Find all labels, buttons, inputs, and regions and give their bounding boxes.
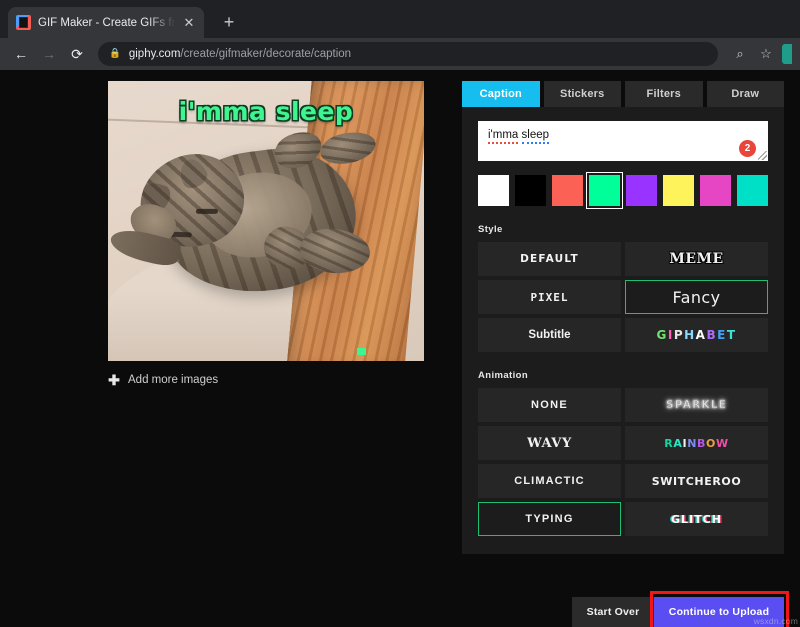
page-content: i'mma sleep ✚ Add more images Caption St…: [0, 70, 800, 627]
footer-bar: Start Over Continue to Upload wsxdn.com: [0, 597, 800, 627]
new-tab-button[interactable]: +: [218, 13, 240, 31]
color-swatch-pink[interactable]: [700, 175, 731, 206]
browser-tab[interactable]: GIF Maker - Create GIFs from Vid ✕: [8, 7, 204, 38]
animation-section-label: Animation: [478, 370, 768, 381]
style-option-giphabet[interactable]: GIPHABET: [625, 318, 768, 352]
color-swatch-black[interactable]: [515, 175, 546, 206]
tab-caption[interactable]: Caption: [462, 81, 540, 107]
zoom-search-icon[interactable]: ⌕: [728, 42, 752, 66]
tab-strip: GIF Maker - Create GIFs from Vid ✕ +: [0, 0, 800, 38]
caption-input-wrapper: i'mma sleep 2: [478, 121, 768, 161]
animation-option-glitch[interactable]: GLITCH: [625, 502, 768, 536]
gif-preview-canvas[interactable]: i'mma sleep: [108, 81, 424, 361]
reload-icon[interactable]: ⟳: [64, 41, 90, 67]
add-more-images-label: Add more images: [128, 374, 218, 386]
browser-window: GIF Maker - Create GIFs from Vid ✕ + ← →…: [0, 0, 800, 627]
lock-icon: 🔒: [109, 49, 121, 59]
color-swatch-yellow[interactable]: [663, 175, 694, 206]
color-swatch-green[interactable]: [589, 175, 620, 206]
giphy-favicon-icon: [16, 15, 31, 30]
plus-icon: ✚: [108, 373, 120, 387]
url-text: giphy.com/create/gifmaker/decorate/capti…: [129, 48, 351, 60]
back-arrow-icon[interactable]: ←: [8, 41, 34, 67]
tab-stickers[interactable]: Stickers: [544, 81, 622, 107]
color-swatch-purple[interactable]: [626, 175, 657, 206]
style-options-grid: DEFAULT MEME PIXEL Fancy Subtitle GIPHAB…: [478, 242, 768, 352]
animation-option-typing[interactable]: TYPING: [478, 502, 621, 536]
editor-panel: Caption Stickers Filters Draw i'mma slee…: [462, 81, 784, 554]
start-over-button[interactable]: Start Over: [572, 597, 654, 627]
animation-option-switcheroo[interactable]: SWITCHEROO: [625, 464, 768, 498]
caption-panel: i'mma sleep 2 Style DEFAULT: [462, 107, 784, 554]
style-option-pixel[interactable]: PIXEL: [478, 280, 621, 314]
color-swatch-row: [478, 175, 768, 206]
add-more-images-button[interactable]: ✚ Add more images: [108, 373, 424, 387]
style-option-meme[interactable]: MEME: [625, 242, 768, 276]
giphabet-colored-label: GIPHABET: [656, 328, 736, 342]
style-option-subtitle[interactable]: Subtitle: [478, 318, 621, 352]
typing-cursor-indicator: [357, 348, 366, 355]
address-bar[interactable]: 🔒 giphy.com/create/gifmaker/decorate/cap…: [98, 42, 718, 66]
source-photo: [108, 81, 424, 361]
profile-avatar[interactable]: [782, 44, 792, 64]
browser-toolbar: ← → ⟳ 🔒 giphy.com/create/gifmaker/decora…: [0, 38, 800, 70]
animation-option-sparkle[interactable]: SPARKLE: [625, 388, 768, 422]
animation-option-none[interactable]: NONE: [478, 388, 621, 422]
character-count-badge: 2: [739, 140, 756, 157]
style-option-default[interactable]: DEFAULT: [478, 242, 621, 276]
color-swatch-teal[interactable]: [737, 175, 768, 206]
forward-arrow-icon[interactable]: →: [36, 41, 62, 67]
rainbow-colored-label: RAINBOW: [664, 437, 728, 450]
close-icon[interactable]: ✕: [182, 16, 196, 29]
resize-grip-icon[interactable]: [758, 151, 767, 160]
animation-option-wavy[interactable]: WAVY: [478, 426, 621, 460]
caption-text-input[interactable]: [478, 121, 768, 161]
tab-draw[interactable]: Draw: [707, 81, 785, 107]
tab-title: GIF Maker - Create GIFs from Vid: [38, 17, 175, 29]
continue-to-upload-button[interactable]: Continue to Upload: [654, 597, 784, 627]
style-option-fancy[interactable]: Fancy: [625, 280, 768, 314]
cat-illustration: [124, 129, 384, 329]
animation-option-climactic[interactable]: CLIMACTIC: [478, 464, 621, 498]
bookmark-star-icon[interactable]: ☆: [754, 42, 778, 66]
url-path: /create/gifmaker/decorate/caption: [180, 48, 351, 60]
editor-tabs: Caption Stickers Filters Draw: [462, 81, 784, 107]
continue-to-upload-wrapper: Continue to Upload: [654, 597, 784, 627]
url-domain: giphy.com: [129, 48, 181, 60]
color-swatch-red[interactable]: [552, 175, 583, 206]
color-swatch-white[interactable]: [478, 175, 509, 206]
style-section-label: Style: [478, 224, 768, 235]
tab-filters[interactable]: Filters: [625, 81, 703, 107]
animation-option-rainbow[interactable]: RAINBOW: [625, 426, 768, 460]
animation-options-grid: NONE SPARKLE WAVY RAINBOW CLIMACTIC SWIT…: [478, 388, 768, 536]
preview-column: i'mma sleep ✚ Add more images: [108, 81, 424, 387]
